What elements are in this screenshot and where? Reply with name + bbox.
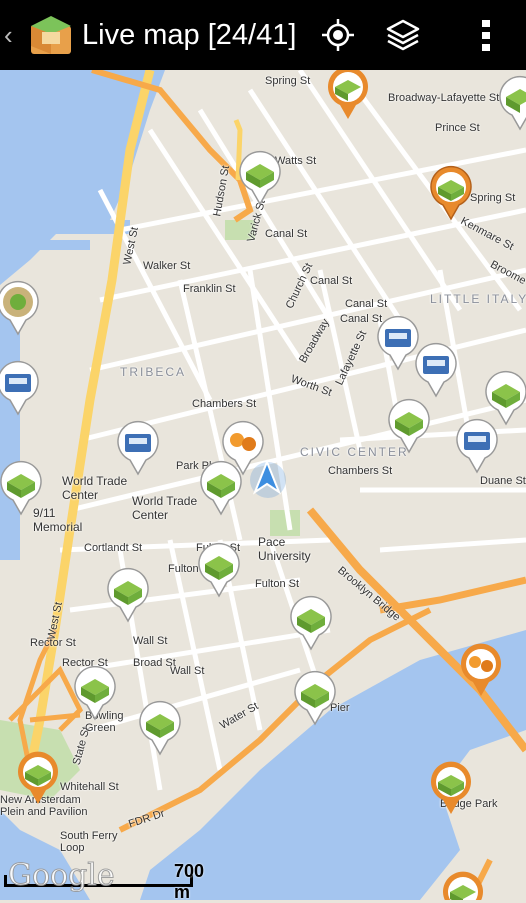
scale-bar-tick [4,875,7,887]
cache-pin-blue[interactable] [413,342,459,398]
cache-pin-green[interactable] [497,75,526,131]
street-label: Broadway-Lafayette St [388,92,500,104]
live-map[interactable]: Spring St Broadway-Lafayette St Prince S… [0,70,526,900]
street-label: Franklin St [183,283,236,295]
street-label: Wall St [170,665,205,677]
geocache-box-icon[interactable] [28,12,74,58]
cache-pin-green[interactable] [386,398,432,454]
street-label: Chambers St [328,465,393,477]
cache-pin-event-found[interactable] [458,642,504,698]
place-label: World Trade Center [62,474,128,502]
street-label: Chambers St [192,398,257,410]
street-label: Cortlandt St [84,542,143,554]
cache-pin-green[interactable] [137,700,183,756]
cache-pin-green-found[interactable] [428,760,474,816]
cache-pin-green[interactable] [292,670,338,726]
cache-pin-blue[interactable] [454,418,500,474]
cache-pin-green[interactable] [198,460,244,516]
street-label: Wall St [133,635,168,647]
cache-pin-green[interactable] [237,150,283,206]
place-label: South Ferry Loop [60,830,118,854]
action-bar: ‹ Live map [24/41] [0,0,526,70]
current-location-arrow-icon [252,459,282,495]
overflow-menu-icon[interactable] [466,15,506,55]
street-label: Whitehall St [60,781,119,793]
area-label: TRIBECA [120,365,187,379]
cache-pin-green-found[interactable] [440,870,486,900]
cache-pin-green[interactable] [0,460,44,516]
cache-pin-green[interactable] [196,542,242,598]
cache-pin-green[interactable] [105,567,151,623]
street-label: Rector St [30,637,76,649]
street-label: Canal St [265,228,308,240]
cache-pin-green[interactable] [72,665,118,721]
place-label: World Trade Center [132,494,198,522]
scale-label: 700 m [174,861,205,902]
my-location-icon[interactable] [318,15,358,55]
cache-pin-multi[interactable] [0,280,41,336]
street-label: Fulton St [255,578,300,590]
google-attribution-logo: Google [8,858,116,894]
street-label: Prince St [435,122,480,134]
street-label: Canal St [310,275,353,287]
cache-pin-green-found[interactable] [15,750,61,806]
street-label: Canal St [345,298,388,310]
page-title: Live map [24/41] [82,19,297,51]
street-label: Spring St [470,192,516,204]
place-label: Pace University [258,535,311,563]
cache-pin-green[interactable] [288,595,334,651]
cache-pin-blue[interactable] [115,420,161,476]
cache-pin-blue[interactable] [0,360,41,416]
street-label: Duane St [480,475,526,487]
back-chevron-icon[interactable]: ‹ [4,20,13,51]
layers-icon[interactable] [383,15,423,55]
street-label: Spring St [265,75,311,87]
cache-pin-green-found[interactable] [325,70,371,121]
area-label: LITTLE ITALY [430,292,526,306]
cache-pin-green-found[interactable] [428,165,474,221]
street-label: Walker St [143,260,191,272]
